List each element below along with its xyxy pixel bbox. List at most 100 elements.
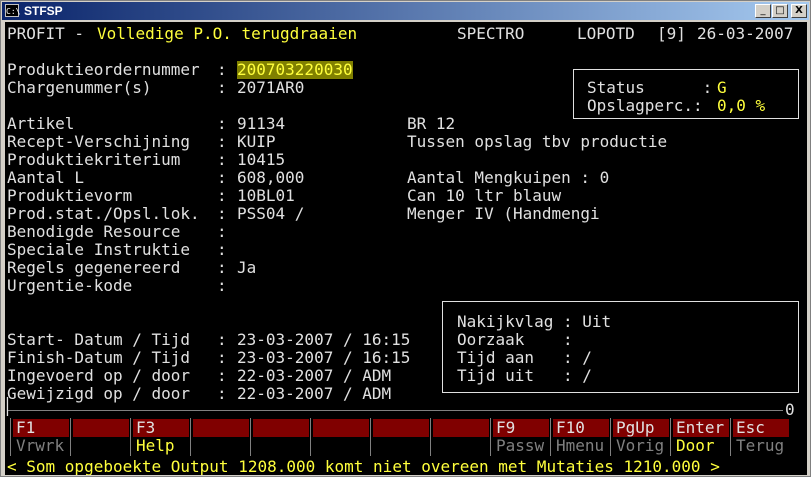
fkey-label: F1 xyxy=(16,418,36,437)
colon: : xyxy=(217,222,227,241)
status-label: Status : xyxy=(587,78,713,97)
fkey-slot[interactable]: F1 Vrwrk xyxy=(10,418,69,456)
fkey-slot xyxy=(370,418,429,456)
ingevoerd-label: Ingevoerd op / door xyxy=(7,366,191,385)
fkey-slot xyxy=(430,418,489,456)
order-number-field[interactable]: 200703220030 xyxy=(237,61,353,79)
maximize-button[interactable]: □ xyxy=(772,4,788,18)
fkey-separator xyxy=(370,418,371,456)
kriterium-value: 10415 xyxy=(237,150,286,169)
stat-label: Prod.stat./Opsl.lok. xyxy=(7,204,200,223)
opslag-label: Opslagperc.: xyxy=(587,96,703,115)
close-button[interactable]: X xyxy=(791,4,807,18)
colon: : xyxy=(217,186,227,205)
fkey-slot xyxy=(190,418,249,456)
colon: : xyxy=(217,150,227,169)
charge-label: Chargenummer(s) xyxy=(7,78,152,97)
artikel-label: Artikel xyxy=(7,114,75,133)
scroll-track xyxy=(7,410,783,411)
fkey-separator xyxy=(130,418,131,456)
fkey-bar xyxy=(313,419,369,437)
colon: : xyxy=(217,78,227,97)
colon: : xyxy=(217,348,227,367)
colon: : xyxy=(217,204,227,223)
current-date: 26-03-2007 xyxy=(697,24,794,43)
fkey-separator xyxy=(670,418,671,456)
fkey-bar xyxy=(193,419,249,437)
scroll-start-marker: ▏ xyxy=(7,397,17,416)
oorzaak: Oorzaak : xyxy=(457,330,573,349)
fkey-slot xyxy=(250,418,309,456)
console-icon: C:\ xyxy=(5,4,20,17)
colon: : xyxy=(217,114,227,133)
order-label: Produktieordernummer xyxy=(7,60,200,79)
fkey-slot[interactable]: Enter Door xyxy=(670,418,729,456)
fkey-separator xyxy=(490,418,491,456)
app-name: PROFIT - xyxy=(7,24,94,43)
status-value: G xyxy=(717,78,727,97)
fkey-bar xyxy=(433,419,489,437)
start-value: 23-03-2007 / 16:15 xyxy=(237,330,411,349)
fkey-separator xyxy=(730,418,731,456)
fkey-bar xyxy=(373,419,429,437)
colon: : xyxy=(217,366,227,385)
fkey-separator xyxy=(430,418,431,456)
fkey-separator xyxy=(250,418,251,456)
kriterium-label: Produktiekriterium xyxy=(7,150,181,169)
aantal-value: 608,000 xyxy=(237,168,305,187)
fkey-label: F9 xyxy=(496,418,516,437)
minimize-button[interactable]: _ xyxy=(755,4,771,18)
fkey-slot[interactable]: PgUp Vorig xyxy=(610,418,669,456)
recept-description: Tussen opslag tbv productie xyxy=(407,132,668,151)
resource-label: Benodigde Resource xyxy=(7,222,181,241)
fkey-slot[interactable]: Esc Terug xyxy=(730,418,789,456)
vorm-label: Produktievorm xyxy=(7,186,133,205)
colon: : xyxy=(217,132,227,151)
title-bar[interactable]: C:\ STFSP _ □ X xyxy=(2,2,809,20)
ingevoerd-value: 22-03-2007 / ADM xyxy=(237,366,392,385)
stat-value: PSS04 / xyxy=(237,204,305,223)
fkey-label: Enter xyxy=(676,418,725,437)
fkey-label: Esc xyxy=(736,418,765,437)
fkey-separator xyxy=(10,418,11,456)
fkey-description: Vorig xyxy=(616,436,665,455)
start-label: Start- Datum / Tijd xyxy=(7,330,191,349)
regels-label: Regels gegenereerd xyxy=(7,258,181,277)
finish-value: 23-03-2007 / 16:15 xyxy=(237,348,411,367)
fkey-slot[interactable]: F9 Passw xyxy=(490,418,549,456)
scroll-indicator[interactable]: 0 xyxy=(785,401,795,419)
window-title: STFSP xyxy=(24,4,63,18)
urgentie-label: Urgentie-kode xyxy=(7,276,133,295)
fkey-slot[interactable]: F10 Hmenu xyxy=(550,418,609,456)
instructie-label: Speciale Instruktie xyxy=(7,240,191,259)
fkey-separator xyxy=(70,418,71,456)
colon: : xyxy=(217,330,227,349)
charge-value: 2071AR0 xyxy=(237,78,305,97)
fkey-bar xyxy=(73,419,129,437)
user-code: LOPOTD xyxy=(577,24,635,43)
fkey-slot[interactable]: F3 Help xyxy=(130,418,189,456)
tijd-aan: Tijd aan : / xyxy=(457,348,592,367)
function-title: Volledige P.O. terugdraaien xyxy=(97,24,358,43)
fkey-description: Passw xyxy=(496,436,545,455)
finish-label: Finish-Datum / Tijd xyxy=(7,348,191,367)
fkey-slot xyxy=(70,418,129,456)
recept-label: Recept-Verschijning xyxy=(7,132,191,151)
fkey-separator xyxy=(610,418,611,456)
fkey-label: F3 xyxy=(136,418,156,437)
terminal-window: C:\ STFSP _ □ X PROFIT - Volledige P.O. … xyxy=(0,0,811,477)
fkey-label: PgUp xyxy=(616,418,655,437)
fkey-separator xyxy=(190,418,191,456)
gewijzigd-value: 22-03-2007 / ADM xyxy=(237,384,392,403)
fkey-label: F10 xyxy=(556,418,585,437)
colon: : xyxy=(217,276,227,295)
colon: : xyxy=(217,384,227,403)
terminal-screen[interactable]: PROFIT - Volledige P.O. terugdraaien SPE… xyxy=(5,22,807,475)
tijd-uit: Tijd uit : / xyxy=(457,366,592,385)
stat-description: Menger IV (Handmengi xyxy=(407,204,600,223)
colon: : xyxy=(217,240,227,259)
regels-value: Ja xyxy=(237,258,257,277)
fkey-description: Vrwrk xyxy=(16,436,65,455)
status-message: < Som opgeboekte Output 1208.000 komt ni… xyxy=(7,457,720,476)
artikel-value: 91134 xyxy=(237,114,286,133)
